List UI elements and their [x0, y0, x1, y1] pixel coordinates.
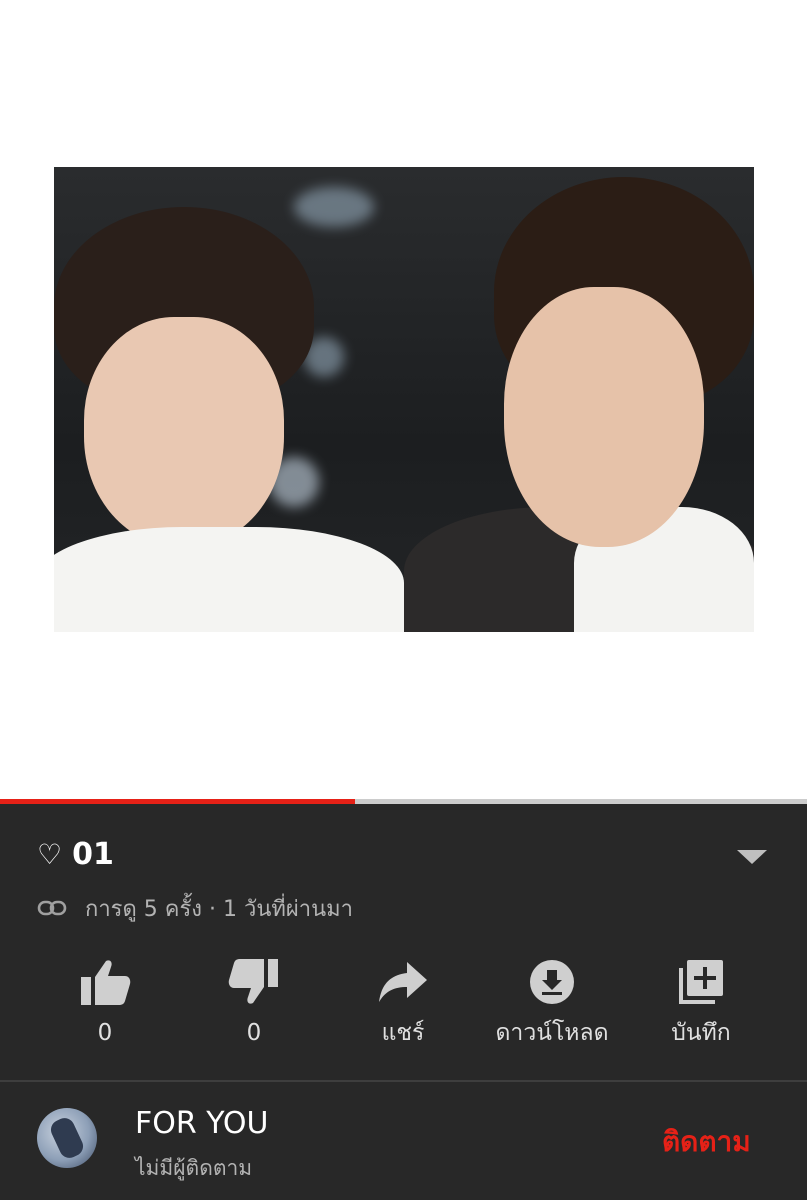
channel-avatar[interactable] — [37, 1108, 97, 1168]
share-button[interactable]: แชร์ — [328, 956, 478, 1048]
video-player[interactable] — [0, 0, 807, 803]
expand-description-icon[interactable] — [737, 850, 767, 864]
thumbs-up-icon — [79, 956, 131, 1008]
download-label: ดาวน์โหลด — [495, 1020, 609, 1046]
share-icon — [377, 956, 429, 1008]
dislike-count: 0 — [246, 1020, 262, 1046]
video-thumbnail[interactable] — [54, 167, 754, 632]
person-right-face — [504, 287, 704, 547]
thumbs-down-icon — [228, 956, 280, 1008]
add-to-playlist-icon — [675, 956, 727, 1008]
person-left-shirt — [54, 527, 404, 632]
channel-name[interactable]: FOR YOU — [135, 1106, 269, 1142]
video-info-panel: ♡ 01 การดู 5 ครั้ง · 1 วันที่ผ่านมา 0 0 … — [0, 804, 807, 1200]
like-button[interactable]: 0 — [30, 956, 180, 1048]
subscriber-count: ไม่มีผู้ติดตาม — [135, 1156, 253, 1180]
like-count: 0 — [97, 1020, 113, 1046]
view-count-and-date: การดู 5 ครั้ง · 1 วันที่ผ่านมา — [85, 897, 354, 922]
subscribe-button[interactable]: ติดตาม — [662, 1124, 751, 1160]
heart-outline-icon: ♡ — [37, 838, 63, 871]
dislike-button[interactable]: 0 — [179, 956, 329, 1048]
download-button[interactable]: ดาวน์โหลด — [477, 956, 627, 1048]
save-label: บันทึก — [671, 1020, 731, 1046]
share-label: แชร์ — [381, 1020, 425, 1046]
download-icon — [526, 956, 578, 1008]
link-icon — [37, 899, 67, 921]
action-bar: 0 0 แชร์ ดาวน์โหลด บันทึก — [0, 956, 807, 1056]
video-title-row: ♡ 01 — [37, 840, 114, 870]
person-left-face — [84, 317, 284, 547]
video-meta-row: การดู 5 ครั้ง · 1 วันที่ผ่านมา — [37, 896, 353, 924]
save-button[interactable]: บันทึก — [626, 956, 776, 1048]
channel-row[interactable]: FOR YOU ไม่มีผู้ติดตาม ติดตาม — [0, 1082, 807, 1200]
video-title: 01 — [72, 837, 114, 872]
